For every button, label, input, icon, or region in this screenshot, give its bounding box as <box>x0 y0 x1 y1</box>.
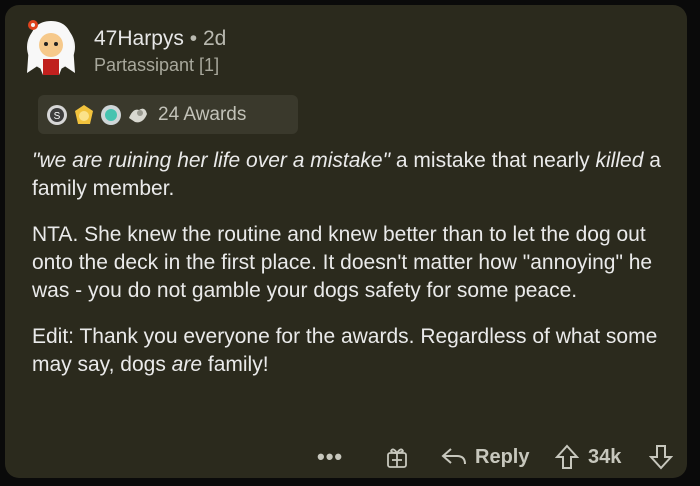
paragraph-3: Edit: Thank you everyone for the awards.… <box>32 323 672 379</box>
username[interactable]: 47Harpys <box>94 27 184 50</box>
comment-body: "we are ruining her life over a mistake"… <box>32 147 672 397</box>
gift-icon[interactable] <box>385 445 409 469</box>
paragraph-1-text: a mistake that nearly <box>390 149 596 172</box>
avatar[interactable] <box>23 15 79 81</box>
user-flair: Partassipant [1] <box>94 55 220 75</box>
comment-header: 47Harpys • 2d <box>94 27 226 51</box>
silver-award-icon: S <box>47 104 67 125</box>
more-icon[interactable]: ••• <box>317 444 343 470</box>
awards-bar[interactable]: S 24 Awards <box>38 95 298 134</box>
svg-text:S: S <box>54 111 61 122</box>
gold-award-icon <box>75 104 93 124</box>
quote: "we are ruining her life over a mistake" <box>32 149 391 172</box>
reply-icon[interactable] <box>441 446 467 468</box>
paragraph-1: "we are ruining her life over a mistake"… <box>32 147 672 203</box>
paragraph-3-end: family! <box>202 353 269 376</box>
helpful-award-icon <box>101 104 121 125</box>
paragraph-3-text: Edit: Thank you everyone for the awards.… <box>32 325 658 376</box>
vote-score: 34k <box>588 446 622 468</box>
upvote-icon[interactable] <box>555 444 579 470</box>
paragraph-2: NTA. She knew the routine and knew bette… <box>32 223 653 302</box>
emphasis-killed: killed <box>595 149 644 172</box>
downvote-icon[interactable] <box>649 444 673 470</box>
wholesome-award-icon <box>129 108 147 122</box>
emphasis-are: are <box>171 353 203 376</box>
comment-actions: ••• Reply 34k <box>305 441 685 473</box>
comment-card: 47Harpys • 2d Partassipant [1] S 24 Awar… <box>5 5 687 478</box>
comment-age: 2d <box>202 27 227 50</box>
awards-count: 24 Awards <box>158 103 247 125</box>
reply-button[interactable]: Reply <box>475 446 529 469</box>
separator: • <box>189 27 198 50</box>
